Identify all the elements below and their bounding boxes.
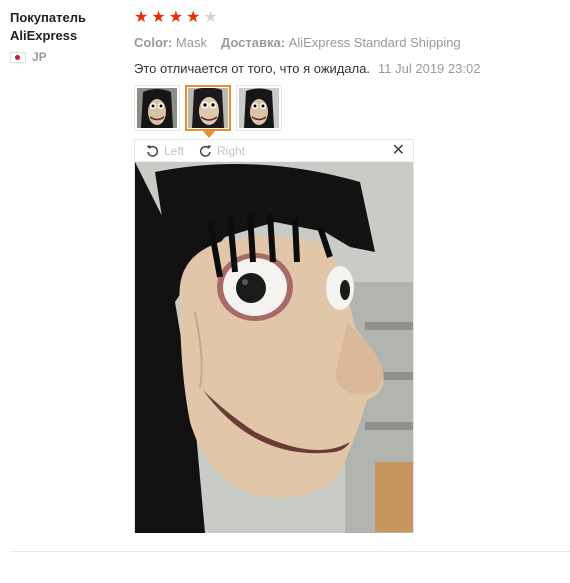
review-text: Это отличается от того, что я ожидала.: [134, 61, 371, 76]
close-icon[interactable]: ✕: [392, 142, 405, 159]
rotate-right-label: Right: [217, 143, 246, 158]
review-date: 11 Jul 2019 23:02: [378, 61, 481, 76]
rotate-right-button[interactable]: Right: [198, 143, 245, 158]
viewer-toolbar: Left Right ✕: [135, 140, 413, 162]
rotate-left-icon: [146, 145, 159, 157]
reviewer-name-line2: AliExpress: [10, 28, 78, 43]
thumbnail-3[interactable]: [236, 85, 282, 131]
thumbnail-2-selected[interactable]: [185, 85, 231, 138]
reviewer-country: JP: [10, 50, 120, 64]
country-code: JP: [32, 50, 47, 64]
shipping-info: Доставка: AliExpress Standard Shipping: [220, 35, 461, 50]
thumbnail-1[interactable]: [134, 85, 180, 131]
review-text-row: Это отличается от того, что я ожидала. 1…: [134, 61, 564, 76]
star-rating: ★ ★ ★ ★ ★: [134, 10, 564, 26]
reviewer-info: Покупатель AliExpress JP: [10, 9, 120, 64]
mask-photo-thumbnail: [137, 88, 177, 128]
mask-photo-thumbnail: [239, 88, 279, 128]
rotate-right-icon: [199, 145, 212, 157]
mask-photo-thumbnail: [188, 88, 228, 128]
review-photo-thumbnails: [134, 85, 282, 138]
order-details: Color: Mask Доставка: AliExpress Standar…: [134, 35, 564, 50]
reviewer-name-line1: Покупатель: [10, 10, 86, 25]
star-icon: ★: [134, 9, 149, 26]
photo-viewer: Left Right ✕: [134, 139, 414, 533]
japan-flag-icon: [10, 51, 26, 63]
star-icon: ★: [186, 9, 201, 26]
review-divider: [10, 551, 570, 552]
rotate-left-button[interactable]: Left: [145, 143, 184, 158]
review-content: ★ ★ ★ ★ ★ Color: Mask Доставка: AliExpre…: [134, 10, 564, 77]
rotate-left-label: Left: [164, 143, 185, 158]
star-icon: ★: [151, 9, 166, 26]
star-empty-icon: ★: [203, 9, 218, 26]
color-info: Color: Mask: [134, 35, 207, 50]
enlarged-review-photo: [135, 162, 413, 533]
star-icon: ★: [168, 9, 184, 26]
